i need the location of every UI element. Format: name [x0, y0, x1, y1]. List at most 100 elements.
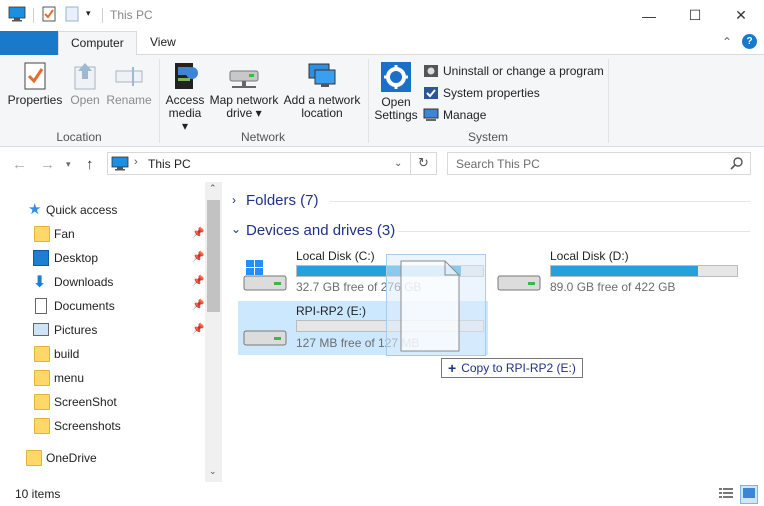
open-button[interactable]: Open: [66, 61, 104, 107]
windows-drive-icon: [243, 260, 287, 291]
open-settings-label-2: Settings: [374, 108, 418, 122]
up-arrow-icon[interactable]: ↑: [86, 156, 94, 173]
file-tab[interactable]: [0, 31, 58, 55]
folders-section-header[interactable]: Folders (7): [246, 192, 319, 209]
breadcrumb-this-pc[interactable]: This PC: [148, 157, 191, 171]
access-media-button[interactable]: Access media ▾: [164, 61, 206, 133]
section-divider: [398, 231, 750, 232]
properties-icon: [24, 62, 46, 90]
search-icon[interactable]: [730, 156, 744, 173]
computer-icon: [8, 6, 26, 25]
address-dropdown-icon[interactable]: ⌄: [394, 158, 402, 169]
nav-label: ScreenShot: [54, 395, 117, 409]
search-box[interactable]: Search This PC: [447, 152, 751, 175]
scroll-up-icon[interactable]: ⌃: [209, 183, 217, 194]
properties-quick-icon[interactable]: [42, 6, 56, 25]
folder-icon: [34, 418, 50, 434]
drive-usage-fill: [551, 266, 698, 276]
nav-item-fan[interactable]: Fan 📌: [0, 222, 205, 246]
nav-item-screenshot[interactable]: ScreenShot: [0, 390, 205, 414]
title-bar: ▾ This PC — ☐ ✕: [0, 0, 764, 31]
customize-quick-access-icon[interactable]: ▾: [86, 8, 91, 19]
nav-item-menu[interactable]: menu: [0, 366, 205, 390]
nav-scrollbar[interactable]: ⌃ ⌄: [205, 182, 222, 482]
nav-label: OneDrive: [46, 451, 97, 465]
nav-item-pictures[interactable]: Pictures 📌: [0, 318, 205, 342]
rename-button[interactable]: Rename: [106, 61, 152, 107]
group-divider: [608, 59, 609, 143]
pin-icon[interactable]: 📌: [192, 300, 204, 311]
this-pc-icon: [111, 156, 129, 175]
nav-label: Downloads: [54, 275, 114, 289]
nav-item-documents[interactable]: Documents 📌: [0, 294, 205, 318]
drive-item-d[interactable]: Local Disk (D:) 89.0 GB free of 422 GB: [494, 246, 742, 298]
tab-computer[interactable]: Computer: [58, 31, 137, 56]
manage-label: Manage: [443, 108, 487, 122]
navigation-pane: ★ Quick access Fan 📌 Desktop 📌 ⬇ Downloa…: [0, 182, 222, 482]
nav-item-build[interactable]: build: [0, 342, 205, 366]
map-network-drive-button[interactable]: Map network drive ▾: [208, 61, 280, 120]
refresh-icon[interactable]: ↻: [418, 155, 429, 171]
scroll-down-icon[interactable]: ⌄: [209, 466, 217, 477]
manage-button[interactable]: Manage: [423, 107, 486, 123]
nav-quick-access[interactable]: ★ Quick access: [0, 198, 205, 222]
recent-locations-icon[interactable]: ▾: [66, 159, 71, 170]
folder-icon: [34, 226, 50, 242]
devices-section-header[interactable]: Devices and drives (3): [246, 222, 395, 239]
pin-icon[interactable]: 📌: [192, 324, 204, 335]
close-button[interactable]: ✕: [718, 0, 764, 31]
location-group-label: Location: [56, 130, 102, 144]
collapse-ribbon-icon[interactable]: ⌃: [722, 35, 732, 49]
nav-item-downloads[interactable]: ⬇ Downloads 📌: [0, 270, 205, 294]
open-settings-button[interactable]: Open Settings: [372, 61, 420, 122]
hard-drive-icon: [243, 330, 287, 346]
nav-item-onedrive[interactable]: OneDrive: [0, 446, 205, 470]
folder-icon: [34, 370, 50, 386]
help-icon[interactable]: ?: [742, 34, 757, 49]
drag-tooltip: + Copy to RPI-RP2 (E:): [441, 358, 583, 378]
chevron-right-icon[interactable]: ›: [232, 193, 236, 207]
ribbon: Properties Open Rename Location Access m…: [0, 55, 764, 147]
pin-icon[interactable]: 📌: [192, 228, 204, 239]
breadcrumb-chevron-icon[interactable]: ›: [134, 156, 138, 168]
add-network-location-button[interactable]: Add a network location: [282, 61, 362, 120]
open-label: Open: [70, 93, 100, 107]
address-bar[interactable]: › This PC ⌄ ↻: [107, 152, 437, 175]
scrollbar-thumb[interactable]: [207, 200, 220, 312]
system-properties-button[interactable]: System properties: [423, 85, 540, 101]
new-folder-quick-icon[interactable]: [65, 6, 79, 25]
divider: [33, 8, 34, 23]
section-divider: [330, 201, 750, 202]
folder-icon: [34, 394, 50, 410]
tab-view[interactable]: View: [138, 31, 188, 55]
details-view-icon[interactable]: [718, 486, 734, 503]
nav-item-screenshots[interactable]: Screenshots: [0, 414, 205, 438]
drive-name: Local Disk (D:): [550, 249, 629, 263]
pictures-icon: [33, 323, 49, 336]
back-arrow-icon[interactable]: ←: [12, 156, 27, 173]
pin-icon[interactable]: 📌: [192, 252, 204, 263]
open-icon: [74, 63, 96, 90]
nav-label: Desktop: [54, 251, 99, 265]
maximize-button[interactable]: ☐: [672, 0, 718, 31]
minimize-button[interactable]: —: [626, 0, 672, 31]
drag-tooltip-text: Copy to RPI-RP2 (E:): [461, 361, 576, 375]
uninstall-program-button[interactable]: Uninstall or change a program: [423, 63, 604, 79]
uninstall-icon: [424, 65, 438, 77]
properties-button[interactable]: Properties: [5, 61, 65, 107]
add-location-label-2: location: [301, 106, 343, 120]
network-drive-icon: [229, 70, 259, 88]
nav-item-desktop[interactable]: Desktop 📌: [0, 246, 205, 270]
manage-icon: [423, 108, 439, 121]
hard-drive-icon: [497, 275, 541, 291]
search-input[interactable]: Search This PC: [456, 157, 540, 171]
window-title: This PC: [110, 8, 153, 22]
forward-arrow-icon[interactable]: →: [40, 156, 55, 173]
tiles-view-icon[interactable]: [740, 485, 758, 504]
drive-name: Local Disk (C:): [296, 249, 375, 263]
pin-icon[interactable]: 📌: [192, 276, 204, 287]
settings-gear-icon: [381, 62, 411, 92]
folder-icon: [26, 450, 42, 466]
nav-label: Screenshots: [54, 419, 121, 433]
chevron-down-icon[interactable]: ⌄: [231, 222, 241, 236]
